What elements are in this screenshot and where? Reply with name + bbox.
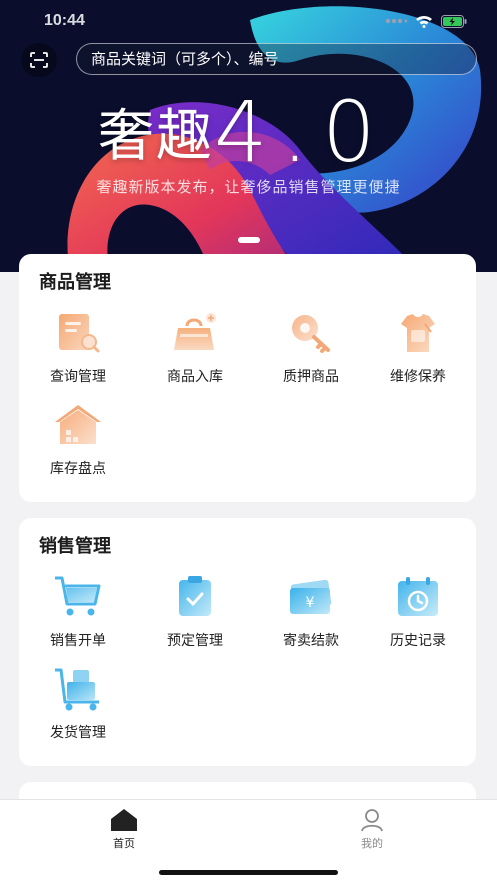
goods-item-inventory[interactable]: 库存盘点 (28, 398, 128, 484)
signal-icon (385, 18, 407, 24)
status-icons (385, 14, 467, 28)
person-icon (361, 809, 383, 832)
home-indicator (159, 870, 338, 875)
svg-text:¥: ¥ (306, 595, 315, 611)
sales-item-label: 寄卖结款 (283, 633, 339, 649)
shopping-cart-icon (55, 576, 101, 616)
sales-item-label: 发货管理 (50, 725, 106, 741)
sales-item-reservation[interactable]: 预定管理 (145, 570, 245, 656)
goods-item-label: 维修保养 (390, 369, 446, 385)
status-time: 10:44 (44, 12, 85, 29)
hero-banner[interactable]: 10:44 商品关键词（可多个）、编号 奢趣4.0 奢趣新版本发布，让奢侈品销售… (0, 0, 497, 272)
calendar-history-icon (398, 577, 438, 616)
battery-icon (441, 14, 467, 28)
goods-item-query[interactable]: 查询管理 (28, 306, 128, 392)
warehouse-icon (55, 405, 101, 444)
goods-item-label: 质押商品 (283, 369, 339, 385)
yuan-card-icon: ¥ (290, 579, 332, 614)
hero-title-version: 4.0 (214, 83, 390, 181)
handbag-add-icon (174, 313, 216, 350)
key-icon (292, 315, 330, 353)
section-title-goods: 商品管理 (39, 272, 111, 293)
scan-button[interactable] (21, 43, 57, 77)
hero-title: 奢趣4.0 (98, 90, 390, 174)
tab-home[interactable]: 首页 (94, 808, 154, 851)
sales-management-card: 销售管理 销售开单 预定管理 ¥ 寄卖结款 历史记录 发货管理 (19, 518, 476, 766)
goods-item-stock-in[interactable]: 商品入库 (145, 306, 245, 392)
home-icon (111, 809, 137, 831)
goods-item-label: 商品入库 (167, 369, 223, 385)
goods-item-label: 库存盘点 (50, 461, 106, 477)
sales-item-consignment[interactable]: ¥ 寄卖结款 (261, 570, 361, 656)
scan-icon (30, 52, 48, 68)
banner-pager-dot[interactable] (238, 237, 260, 243)
search-input[interactable]: 商品关键词（可多个）、编号 (76, 43, 477, 75)
sales-item-order[interactable]: 销售开单 (28, 570, 128, 656)
hero-subtitle: 奢趣新版本发布，让奢侈品销售管理更便捷 (96, 178, 401, 196)
tshirt-repair-icon (401, 314, 435, 352)
goods-item-label: 查询管理 (50, 369, 106, 385)
section-title-sales: 销售管理 (39, 536, 111, 557)
goods-item-pledge[interactable]: 质押商品 (261, 306, 361, 392)
sales-item-label: 预定管理 (167, 633, 223, 649)
goods-item-repair[interactable]: 维修保养 (368, 306, 468, 392)
goods-management-card: 商品管理 查询管理 商品入库 质押商品 维修保养 库存盘点 (19, 254, 476, 502)
hero-title-cn: 奢趣 (98, 104, 214, 169)
tab-profile[interactable]: 我的 (342, 808, 402, 851)
document-search-icon (59, 314, 100, 353)
tab-home-label: 首页 (113, 837, 135, 850)
clipboard-check-icon (179, 576, 211, 616)
cart-boxes-icon (55, 668, 99, 711)
sales-item-label: 销售开单 (50, 633, 106, 649)
sales-item-shipping[interactable]: 发货管理 (28, 662, 128, 748)
wifi-icon (416, 15, 432, 28)
status-bar: 10:44 (0, 0, 497, 44)
tab-profile-label: 我的 (361, 837, 383, 850)
sales-item-label: 历史记录 (390, 633, 446, 649)
sales-item-history[interactable]: 历史记录 (368, 570, 468, 656)
